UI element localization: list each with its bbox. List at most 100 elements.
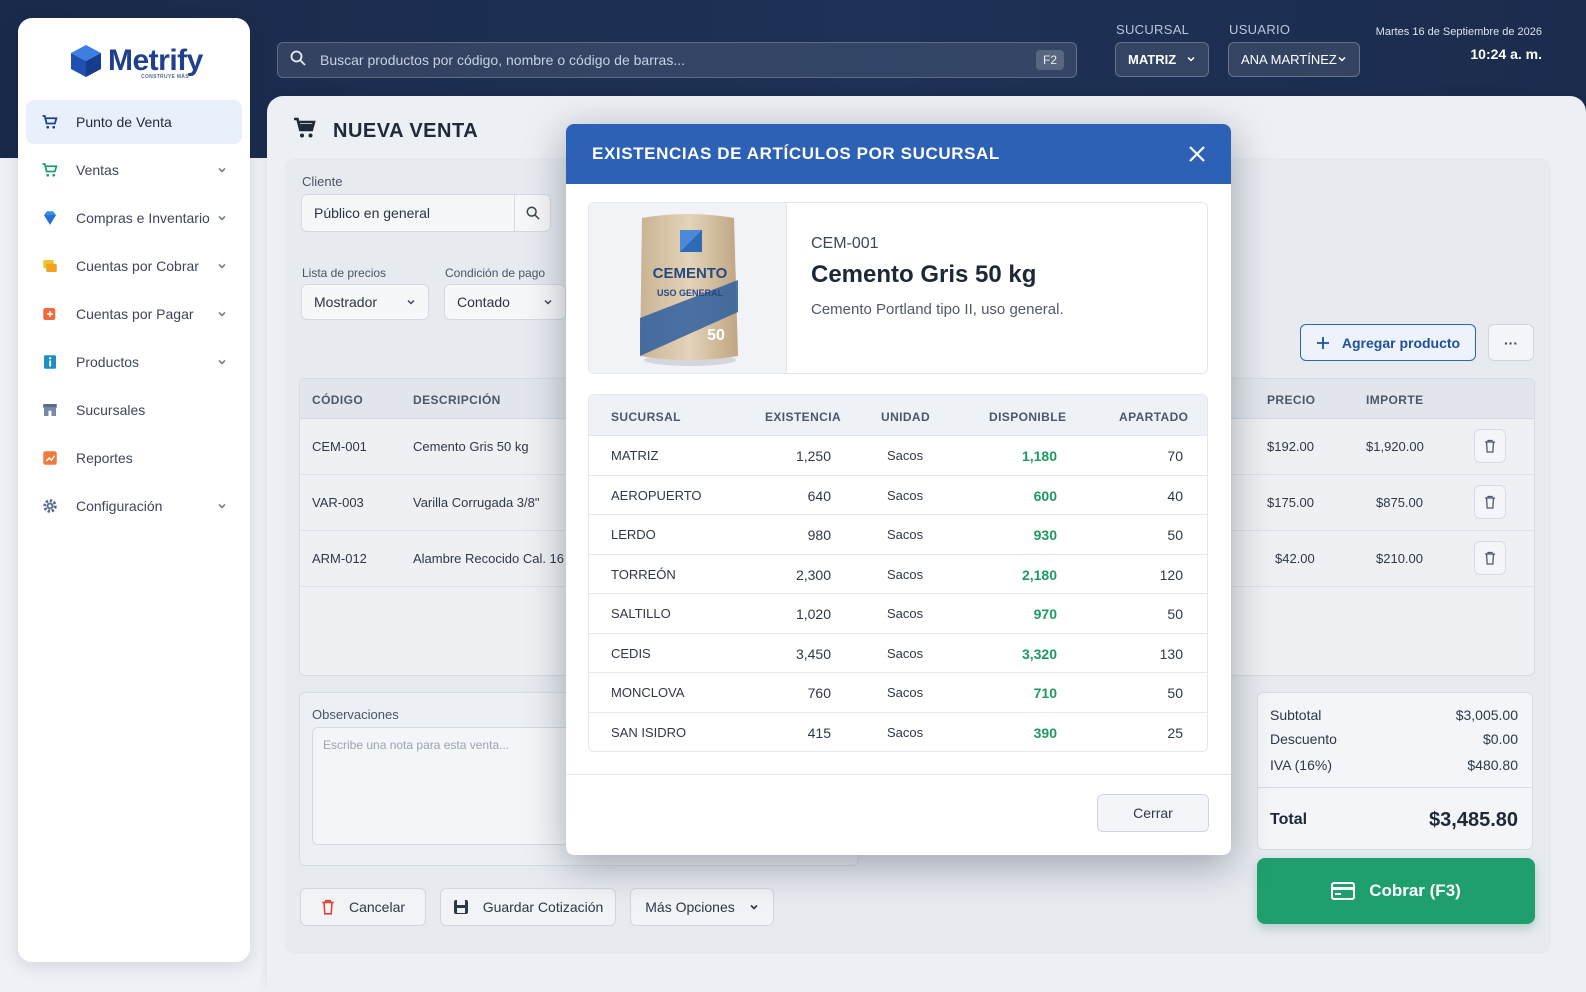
cart-icon [40,160,60,180]
cancel-label: Cancelar [348,899,406,915]
product-image: CEMENTO USO GENERAL 50 [589,203,787,373]
divider [1258,787,1532,788]
sidebar-nav: Punto de Venta Ventas Compras e Inventar… [26,100,242,532]
search-shortcut-badge: F2 [1036,50,1064,70]
stock-row[interactable]: MATRIZ 1,250 Sacos 1,180 70 [589,436,1207,476]
sidebar-item-label: Productos [76,354,140,370]
totals-panel: Subtotal $3,005.00 Descuento $0.00 IVA (… [1257,692,1533,850]
stock-unidad: Sacos [887,566,924,582]
current-time: 10:24 a. m. [1470,46,1542,62]
trash-icon[interactable] [1474,429,1506,463]
close-icon[interactable] [1185,142,1209,166]
chevron-down-icon [749,902,759,912]
save-quote-button[interactable]: Guardar Cotización [440,888,616,926]
sidebar-item-label: Cuentas por Cobrar [76,258,199,274]
row-precio: $42.00 [1275,551,1315,566]
row-codigo: ARM-012 [312,551,367,566]
sidebar-item-punto-de-venta[interactable]: Punto de Venta [26,100,242,144]
search-input[interactable] [320,52,1036,68]
sidebar-item-label: Configuración [76,498,163,514]
usuario-value: ANA MARTÍNEZ [1241,52,1337,67]
more-options-button[interactable]: Más Opciones [630,888,774,926]
add-product-button[interactable]: Agregar producto [1300,324,1476,361]
logo-tagline: CONSTRUYE MÁS [141,74,189,80]
sidebar-item-ventas[interactable]: Ventas [26,148,242,192]
stock-existencia: 760 [807,685,831,701]
sidebar-item-label: Ventas [76,162,119,178]
close-button-label: Cerrar [1133,805,1173,821]
trash-icon[interactable] [1474,541,1506,575]
plus-icon [1316,336,1330,350]
store-icon [40,400,60,420]
cancel-button[interactable]: Cancelar [300,888,426,926]
sidebar-item-sucursales[interactable]: Sucursales [26,388,242,432]
total-value: $3,485.80 [1429,809,1518,831]
stock-row[interactable]: TORREÓN 2,300 Sacos 2,180 120 [589,555,1207,594]
stock-existencia: 1,250 [795,448,831,464]
total-label: Total [1270,811,1308,828]
stock-apartado: 40 [1167,487,1183,504]
usuario-select[interactable]: ANA MARTÍNEZ [1228,42,1360,77]
cube-logo-icon [71,45,101,77]
stock-row[interactable]: CEDIS 3,450 Sacos 3,320 130 [589,634,1207,673]
chevron-down-icon [216,164,228,176]
condicion-pago-label: Condición de pago [445,266,546,280]
stock-sucursal: CEDIS [611,645,651,661]
sidebar-item-cuentas-pagar[interactable]: Cuentas por Pagar [26,292,242,336]
stock-existencia: 2,300 [795,566,831,583]
chevron-down-icon [216,212,228,224]
subtotal-label: Subtotal [1270,707,1322,723]
sidebar-item-productos[interactable]: Productos [26,340,242,384]
stock-row[interactable]: SAN ISIDRO 415 Sacos 390 25 [589,713,1207,752]
row-importe: $875.00 [1376,495,1423,510]
sucursal-value: MATRIZ [1128,52,1177,67]
more-actions-button[interactable]: ··· [1488,324,1534,361]
sidebar-item-compras-inventario[interactable]: Compras e Inventario [26,196,242,240]
trash-icon[interactable] [1474,485,1506,519]
bag-weight: 50 [707,327,725,344]
condicion-pago-select[interactable]: Contado [444,284,566,320]
chevron-down-icon [216,308,228,320]
stock-apartado: 50 [1167,606,1183,622]
sucursal-select[interactable]: MATRIZ [1115,42,1209,77]
stock-row[interactable]: LERDO 980 Sacos 930 50 [589,515,1207,555]
stock-disponible: 930 [1033,527,1057,543]
stock-unidad: Sacos [887,606,924,621]
stock-unidad: Sacos [887,487,924,503]
row-precio: $175.00 [1267,495,1314,510]
search-icon[interactable] [514,195,550,231]
stock-apartado: 25 [1167,724,1183,741]
stock-row[interactable]: SALTILLO 1,020 Sacos 970 50 [589,594,1207,634]
stock-disponible: 710 [1033,685,1057,701]
stock-row[interactable]: AEROPUERTO 640 Sacos 600 40 [589,476,1207,515]
row-descripcion: Alambre Recocido Cal. 16 [413,551,565,566]
chevron-down-icon [216,500,228,512]
sidebar-item-configuracion[interactable]: Configuración [26,484,242,528]
lista-precios-label: Lista de precios [302,266,387,280]
payable-icon [40,304,60,324]
stock-disponible: 2,180 [1021,566,1057,583]
sidebar-item-label: Compras e Inventario [76,210,210,226]
stock-sucursal: SALTILLO [611,606,671,621]
column-precio: PRECIO [1267,393,1316,407]
column-descripcion: DESCRIPCIÓN [413,393,501,407]
sidebar-item-label: Cuentas por Pagar [76,306,194,322]
lista-precios-select[interactable]: Mostrador [301,284,429,320]
lista-precios-value: Mostrador [314,294,378,310]
sidebar-item-cuentas-cobrar[interactable]: Cuentas por Cobrar [26,244,242,288]
close-button[interactable]: Cerrar [1097,794,1209,832]
logo-text: Metrify CONSTRUYE MÁS [108,44,203,80]
stock-row[interactable]: MONCLOVA 760 Sacos 710 50 [589,673,1207,713]
charge-button[interactable]: Cobrar (F3) [1257,858,1535,924]
stock-sucursal: TORREÓN [611,566,676,582]
stock-apartado: 50 [1167,527,1183,543]
stock-existencia: 415 [807,724,831,741]
report-icon [40,448,60,468]
stock-modal: EXISTENCIAS DE ARTÍCULOS POR SUCURSAL CE… [566,124,1231,855]
datetime: Martes 16 de Septiembre de 2026 10:24 a.… [1376,26,1542,62]
cliente-field[interactable]: Público en general [301,194,551,232]
stock-existencia: 640 [807,487,831,504]
cliente-value: Público en general [314,205,430,221]
sidebar-item-reportes[interactable]: Reportes [26,436,242,480]
receivable-icon [40,256,60,276]
